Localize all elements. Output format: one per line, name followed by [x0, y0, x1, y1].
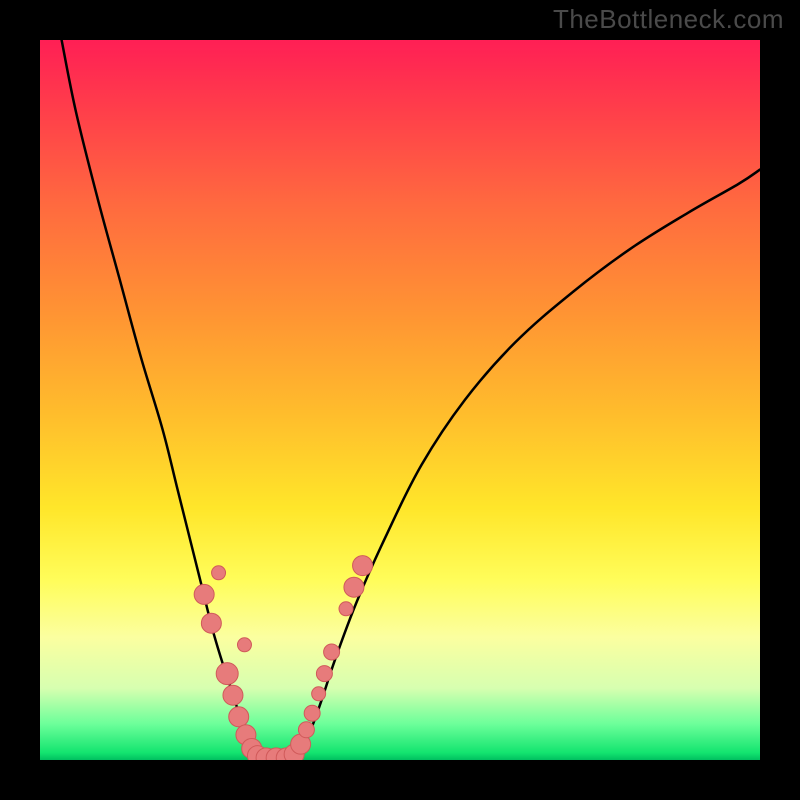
watermark-text: TheBottleneck.com: [553, 4, 784, 35]
data-dot: [212, 566, 226, 580]
data-dot: [229, 707, 249, 727]
data-dot: [194, 584, 214, 604]
right-branch-curve: [292, 170, 760, 759]
data-dot: [237, 638, 251, 652]
data-dot: [324, 644, 340, 660]
data-dot: [353, 556, 373, 576]
left-branch-curve: [62, 40, 261, 759]
curve-svg: [40, 40, 760, 760]
data-dot: [339, 602, 353, 616]
data-dot: [304, 705, 320, 721]
data-dot: [312, 687, 326, 701]
data-dot: [298, 722, 314, 738]
chart-container: TheBottleneck.com: [0, 0, 800, 800]
data-dot: [316, 666, 332, 682]
data-dot: [223, 685, 243, 705]
data-dot: [201, 613, 221, 633]
data-dot: [216, 663, 238, 685]
data-dot: [344, 577, 364, 597]
plot-area: [40, 40, 760, 760]
